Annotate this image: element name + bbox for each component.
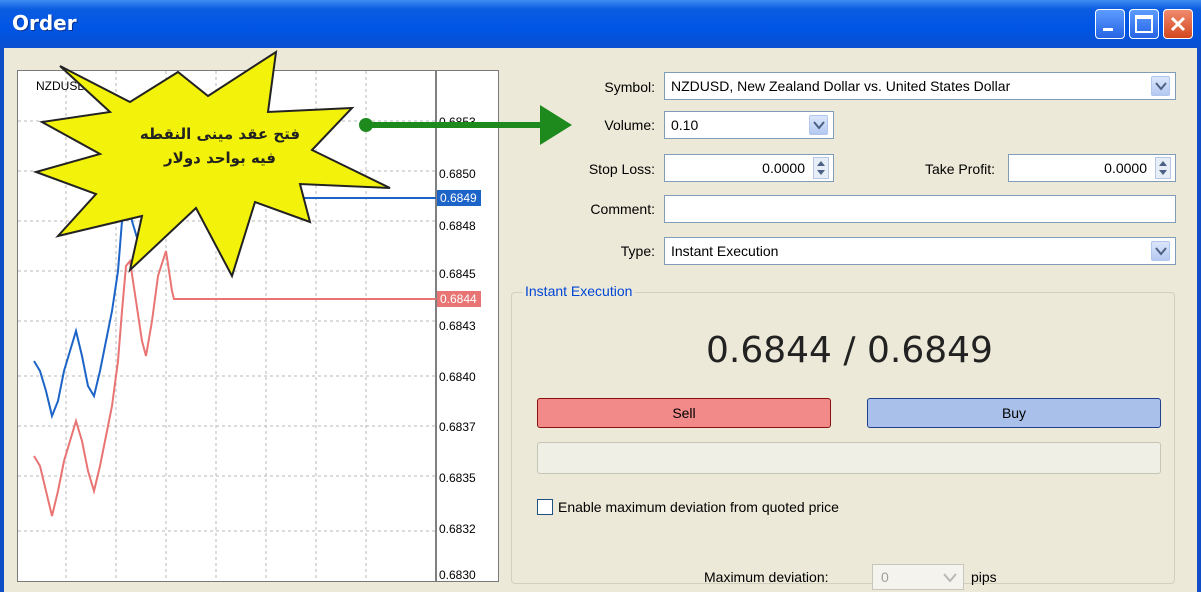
type-select[interactable]: Instant Execution bbox=[664, 237, 1176, 265]
order-window: Order NZDUSD 0.6850 0.6848 0.6845 0.6843… bbox=[0, 0, 1201, 592]
window-frame-right bbox=[1197, 48, 1201, 592]
price-tick: 0.6837 bbox=[439, 420, 476, 434]
max-deviation-checkbox-label[interactable]: Enable maximum deviation from quoted pri… bbox=[558, 499, 839, 515]
price-tick: 0.6832 bbox=[439, 522, 476, 536]
callout-text: فتح عقد مينى النقطه فيه بواحد دولار bbox=[118, 122, 322, 170]
instant-execution-title: Instant Execution bbox=[522, 283, 636, 299]
spinner-arrows-icon bbox=[817, 161, 825, 175]
close-button[interactable] bbox=[1163, 9, 1193, 39]
max-deviation-input[interactable]: 0 bbox=[872, 564, 964, 590]
stop-loss-spinner[interactable] bbox=[813, 157, 829, 179]
callout-line-2: فيه بواحد دولار bbox=[164, 149, 276, 167]
price-tick: 0.6840 bbox=[439, 370, 476, 384]
volume-label: Volume: bbox=[604, 117, 655, 133]
price-tick: 0.6843 bbox=[439, 319, 476, 333]
chevron-down-icon bbox=[943, 573, 957, 583]
volume-dropdown-button[interactable] bbox=[809, 115, 828, 135]
take-profit-value: 0.0000 bbox=[1104, 160, 1147, 176]
chevron-down-icon bbox=[813, 121, 825, 130]
volume-value: 0.10 bbox=[671, 117, 699, 133]
symbol-label: Symbol: bbox=[604, 79, 655, 95]
execution-progress-bar bbox=[537, 442, 1161, 474]
max-deviation-value: 0 bbox=[881, 569, 889, 585]
symbol-value: NZDUSD, New Zealand Dollar vs. United St… bbox=[671, 78, 1011, 94]
symbol-dropdown-button[interactable] bbox=[1151, 76, 1170, 96]
max-deviation-checkbox[interactable] bbox=[537, 499, 553, 515]
type-dropdown-button[interactable] bbox=[1151, 241, 1170, 261]
type-value: Instant Execution bbox=[671, 243, 779, 259]
take-profit-input[interactable]: 0.0000 bbox=[1008, 154, 1176, 182]
callout-line-1: فتح عقد مينى النقطه bbox=[139, 125, 301, 143]
maximize-button[interactable] bbox=[1129, 9, 1159, 39]
chevron-down-icon bbox=[1155, 247, 1167, 256]
comment-label: Comment: bbox=[590, 201, 655, 217]
max-deviation-unit: pips bbox=[971, 569, 997, 585]
buy-button[interactable]: Buy bbox=[867, 398, 1161, 428]
take-profit-spinner[interactable] bbox=[1155, 157, 1171, 179]
stop-loss-input[interactable]: 0.0000 bbox=[664, 154, 834, 182]
callout-arrow-dot bbox=[359, 118, 373, 132]
minimize-button[interactable] bbox=[1095, 9, 1125, 39]
price-tick: 0.6830 bbox=[439, 568, 476, 582]
comment-input[interactable] bbox=[664, 195, 1176, 223]
take-profit-label: Take Profit: bbox=[924, 161, 995, 177]
minimize-icon bbox=[1103, 28, 1113, 31]
max-deviation-label: Maximum deviation: bbox=[704, 569, 829, 585]
maximize-icon bbox=[1135, 15, 1153, 33]
spinner-arrows-icon bbox=[1159, 161, 1167, 175]
symbol-select[interactable]: NZDUSD, New Zealand Dollar vs. United St… bbox=[664, 72, 1176, 100]
volume-input[interactable]: 0.10 bbox=[664, 111, 834, 139]
bid-ask-quote: 0.6844 / 0.6849 bbox=[706, 330, 993, 371]
chevron-down-icon bbox=[1155, 82, 1167, 91]
sell-button[interactable]: Sell bbox=[537, 398, 831, 428]
price-tick: 0.6835 bbox=[439, 471, 476, 485]
stop-loss-value: 0.0000 bbox=[762, 160, 805, 176]
type-label: Type: bbox=[620, 243, 655, 259]
stop-loss-label: Stop Loss: bbox=[588, 161, 655, 177]
close-icon bbox=[1170, 16, 1186, 32]
